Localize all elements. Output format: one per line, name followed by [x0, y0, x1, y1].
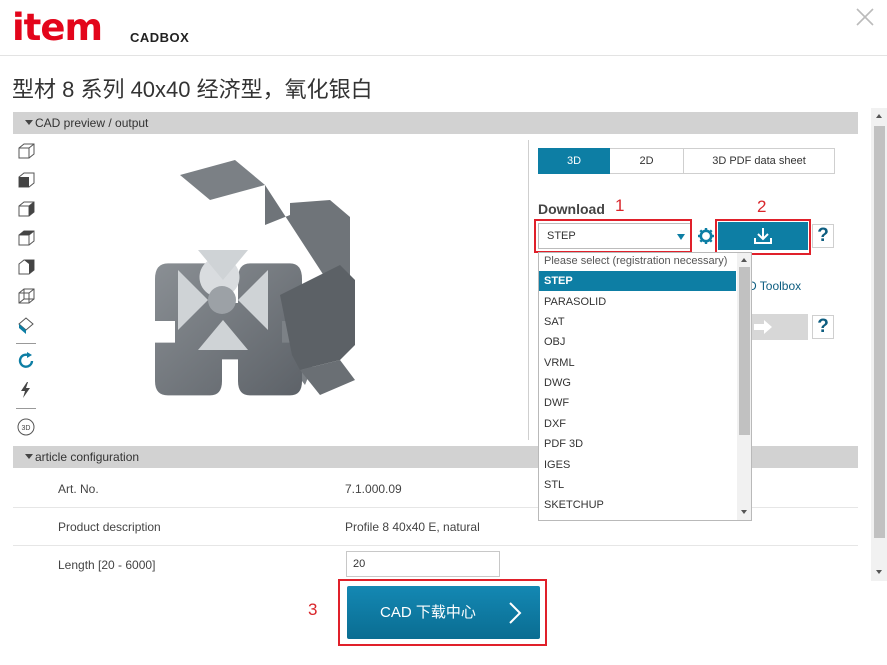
- collapse-triangle-icon: [25, 120, 33, 125]
- dropdown-option-dxf[interactable]: DXF: [539, 414, 736, 434]
- cad-download-center-button[interactable]: CAD 下载中心: [347, 586, 540, 639]
- art-no-label: Art. No.: [58, 482, 99, 496]
- send-button[interactable]: [748, 314, 808, 340]
- dropdown-option-parasolid[interactable]: PARASOLID: [539, 292, 736, 312]
- description-label: Product description: [58, 520, 161, 534]
- scroll-down-icon[interactable]: [741, 510, 747, 514]
- section-preview-header[interactable]: CAD preview / output: [13, 112, 858, 134]
- dropdown-scrollbar[interactable]: [737, 253, 751, 520]
- dropdown-scroll-thumb[interactable]: [739, 267, 750, 435]
- output-tabs: 3D 2D 3D PDF data sheet: [538, 148, 835, 174]
- tab-3d[interactable]: 3D: [538, 148, 610, 174]
- side-view-icon[interactable]: [15, 198, 37, 220]
- dropdown-option-iges[interactable]: IGES: [539, 455, 736, 475]
- panel-divider: [528, 140, 529, 440]
- top-view-icon[interactable]: [15, 227, 37, 249]
- header: item CADBOX: [0, 0, 887, 56]
- profile-3d-preview[interactable]: [140, 155, 370, 420]
- page-scroll-thumb[interactable]: [874, 126, 885, 538]
- wireframe-view-icon[interactable]: [15, 285, 37, 307]
- description-value: Profile 8 40x40 E, natural: [345, 520, 480, 534]
- cadbox-label: CADBOX: [130, 30, 190, 45]
- cadbox-dialog: item CADBOX 型材 8 系列 40x40 经济型，氧化银白 CAD p…: [0, 0, 887, 665]
- length-input[interactable]: 20: [346, 551, 500, 577]
- dropdown-option-stl[interactable]: STL: [539, 475, 736, 495]
- 3d-rotate-icon[interactable]: 3D: [15, 416, 37, 438]
- help-download-button[interactable]: ?: [812, 224, 834, 248]
- dropdown-option-pdf3d[interactable]: PDF 3D: [539, 434, 736, 454]
- download-label: Download: [538, 201, 605, 217]
- gear-icon[interactable]: [697, 227, 715, 245]
- divider: [16, 343, 36, 344]
- dropdown-option-dwf[interactable]: DWF: [539, 393, 736, 413]
- dropdown-hint: Please select (registration necessary): [544, 255, 728, 267]
- scroll-down-icon[interactable]: [876, 570, 882, 574]
- shaded-view-icon[interactable]: [15, 256, 37, 278]
- collapse-triangle-icon: [25, 454, 33, 459]
- annotation-number-1: 1: [615, 196, 625, 215]
- tab-3d-pdf[interactable]: 3D PDF data sheet: [684, 148, 835, 174]
- page-title: 型材 8 系列 40x40 经济型，氧化银白: [12, 77, 373, 102]
- divider: [16, 408, 36, 409]
- section-config-label: article configuration: [35, 450, 140, 464]
- annotation-box-1: [534, 219, 692, 253]
- arrow-right-icon: [754, 320, 772, 334]
- cad-button-label: CAD 下载中心: [380, 604, 476, 621]
- dropdown-option-obj[interactable]: OBJ: [539, 332, 736, 352]
- annotation-number-3: 3: [308, 600, 318, 619]
- rotate-icon[interactable]: [15, 350, 37, 372]
- annotation-number-2: 2: [757, 197, 767, 216]
- front-view-icon[interactable]: [15, 169, 37, 191]
- toolbox-link[interactable]: D Toolbox: [748, 279, 801, 293]
- help-send-button[interactable]: ?: [812, 315, 834, 339]
- dropdown-option-sat[interactable]: SAT: [539, 312, 736, 332]
- scroll-up-icon[interactable]: [876, 114, 882, 118]
- section-preview-label: CAD preview / output: [35, 116, 149, 130]
- item-logo: item: [12, 6, 103, 49]
- art-no-value: 7.1.000.09: [345, 482, 402, 496]
- tab-2d[interactable]: 2D: [610, 148, 684, 174]
- dropdown-option-vrml[interactable]: VRML: [539, 353, 736, 373]
- annotation-box-2: [715, 219, 811, 255]
- dropdown-option-dwg[interactable]: DWG: [539, 373, 736, 393]
- paint-icon[interactable]: [15, 314, 37, 336]
- dropdown-option-sketchup[interactable]: SKETCHUP: [539, 495, 736, 515]
- page-scrollbar[interactable]: [871, 108, 887, 581]
- scroll-up-icon[interactable]: [741, 258, 747, 262]
- svg-text:3D: 3D: [22, 425, 31, 432]
- dropdown-option-step[interactable]: STEP: [539, 271, 736, 291]
- chevron-right-icon: [509, 602, 522, 624]
- length-label: Length [20 - 6000]: [58, 558, 156, 572]
- format-dropdown[interactable]: Please select (registration necessary) S…: [538, 252, 752, 521]
- iso-view-icon[interactable]: [15, 140, 37, 162]
- close-icon[interactable]: [853, 5, 877, 29]
- flash-icon[interactable]: [15, 379, 37, 401]
